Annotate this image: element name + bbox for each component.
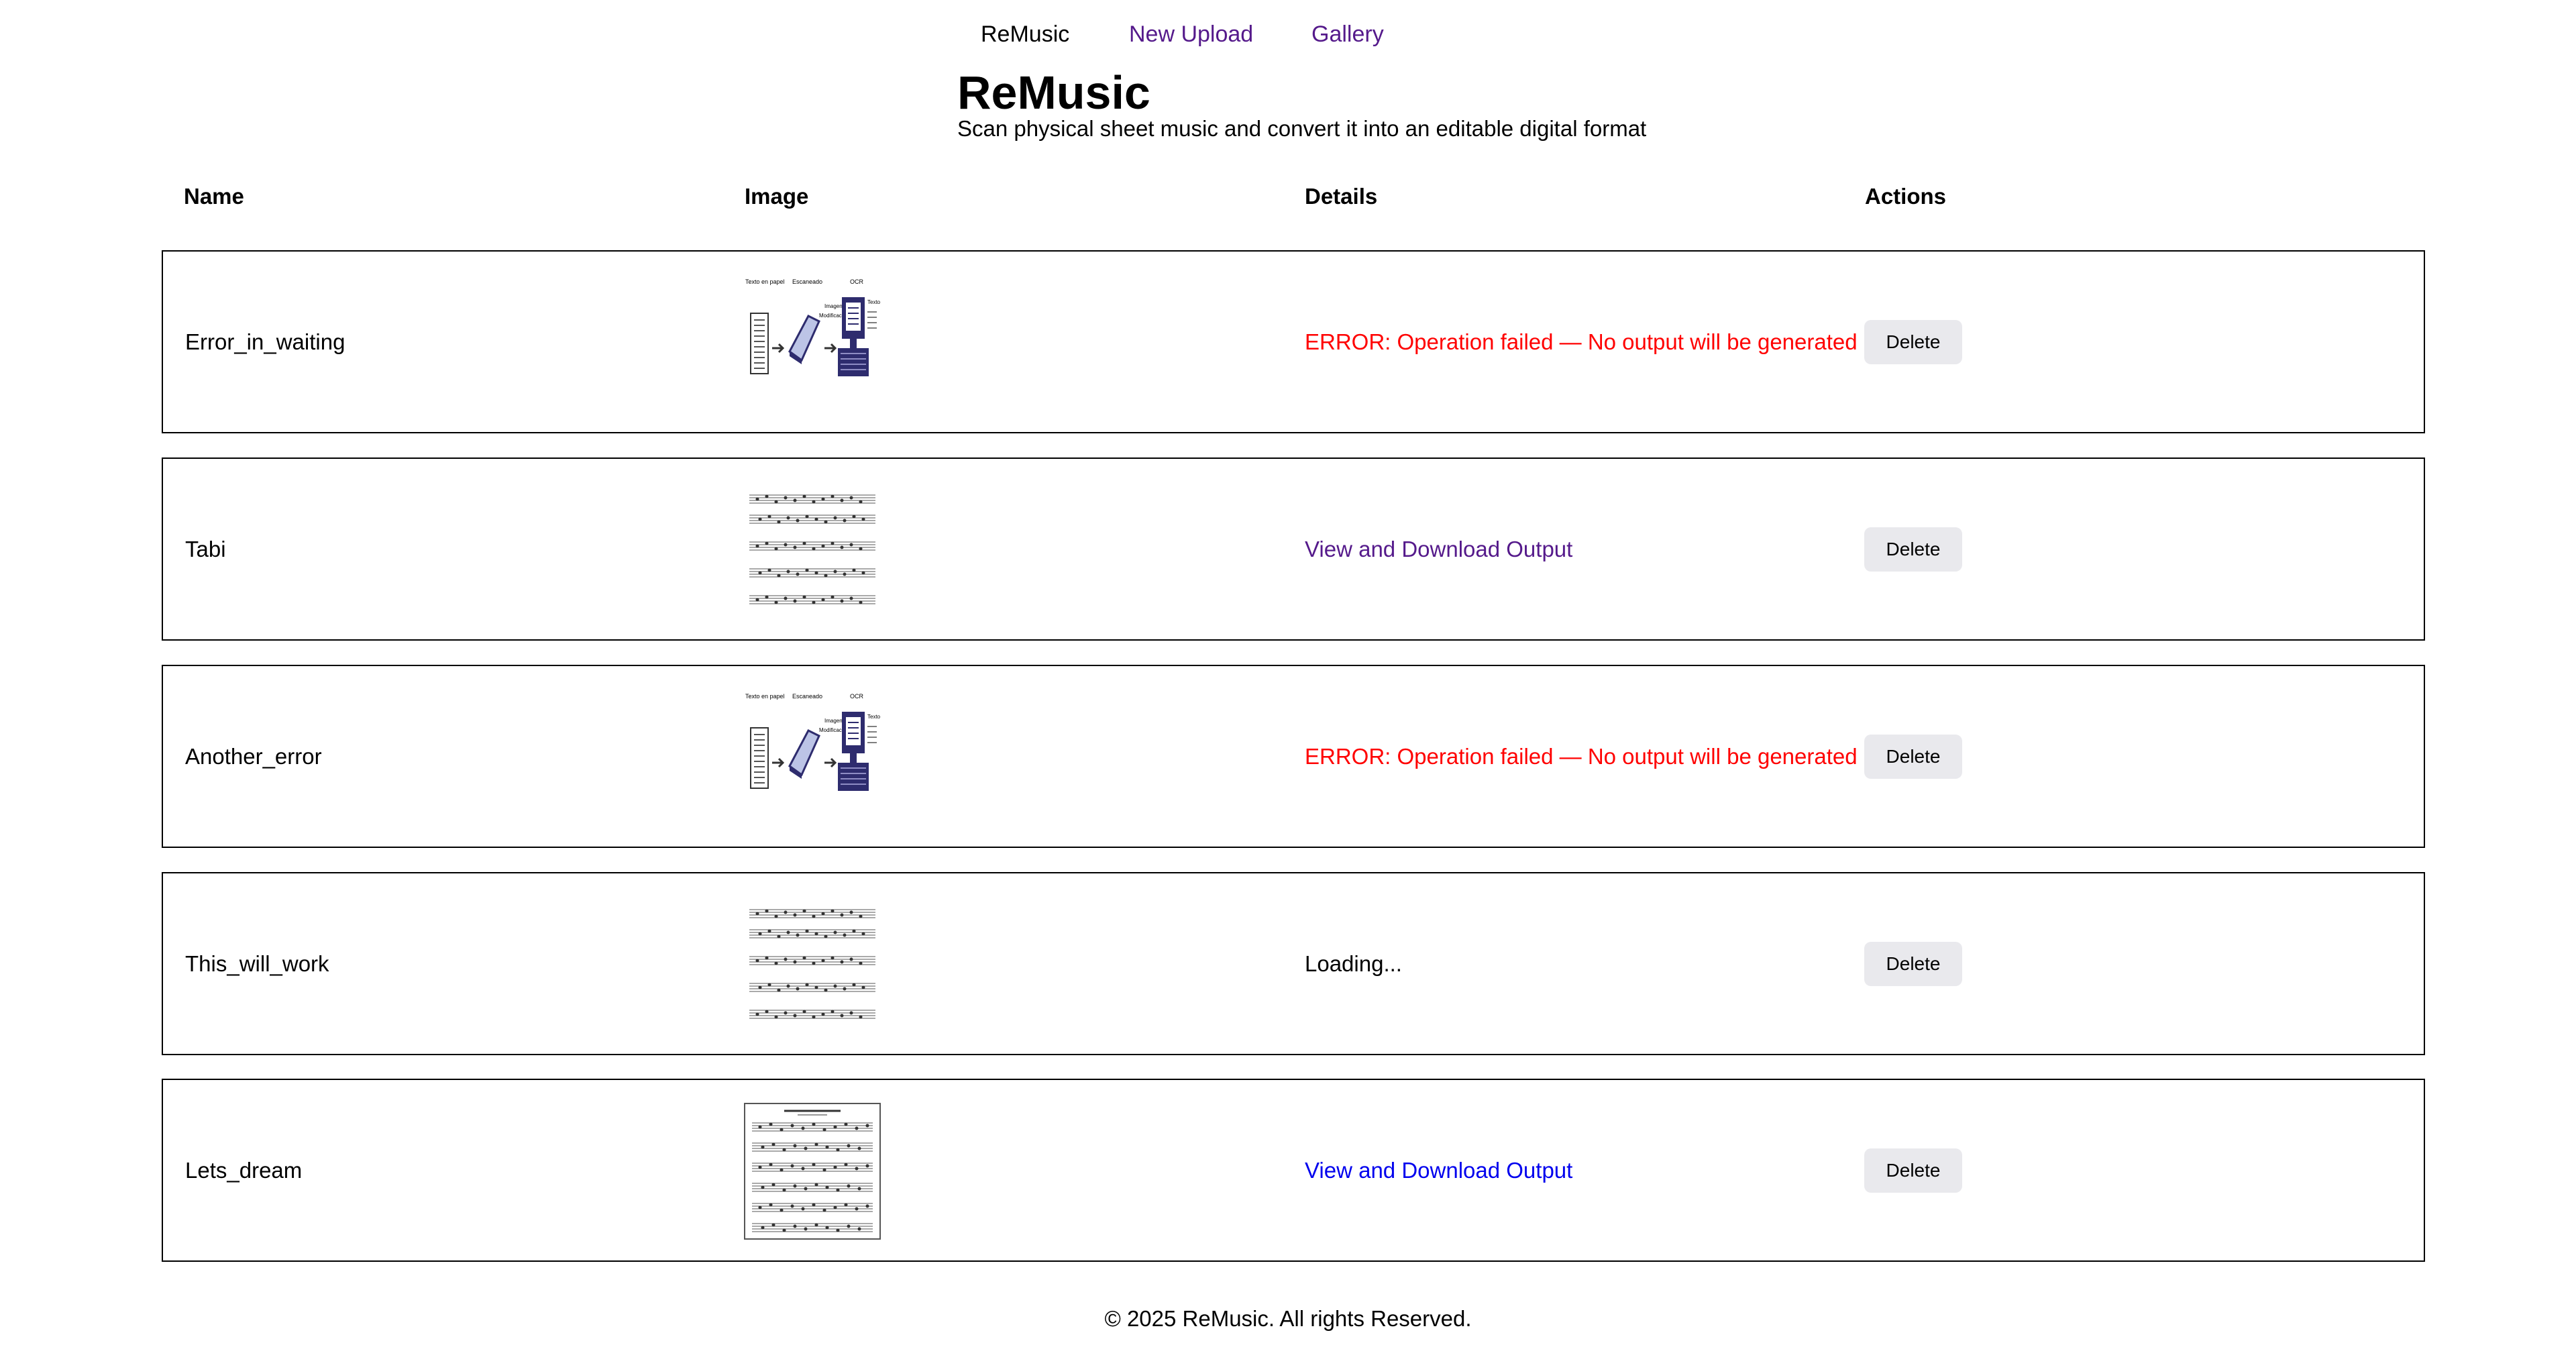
- table-row: This_will_work Loading... Delete: [162, 872, 2425, 1055]
- column-header-actions: Actions: [1865, 184, 1947, 209]
- table-row: Lets_dream View and Download Output Dele…: [162, 1079, 2425, 1262]
- row-name: Lets_dream: [185, 1157, 303, 1183]
- ocr-diagram-thumbnail: Texto en papel Escaneado OCR Imagen Modi…: [744, 274, 881, 411]
- page-title: ReMusic: [957, 66, 1150, 119]
- row-name: Another_error: [185, 743, 322, 769]
- delete-button[interactable]: Delete: [1864, 1148, 1962, 1193]
- row-name: Tabi: [185, 536, 226, 561]
- page: ReMusic New Upload Gallery ReMusic Scan …: [0, 0, 2576, 1347]
- svg-text:Texto: Texto: [867, 299, 881, 305]
- svg-text:Escaneado: Escaneado: [792, 278, 822, 285]
- sheet-music-thumbnail: [744, 896, 881, 1033]
- svg-text:Imagen: Imagen: [824, 718, 843, 724]
- svg-text:OCR: OCR: [850, 693, 864, 700]
- delete-button[interactable]: Delete: [1864, 735, 1962, 779]
- view-download-output-link[interactable]: View and Download Output: [1305, 1080, 1572, 1260]
- table-row: Error_in_waiting Texto en papel Escanead…: [162, 250, 2425, 433]
- delete-button[interactable]: Delete: [1864, 527, 1962, 572]
- delete-button[interactable]: Delete: [1864, 320, 1962, 364]
- row-loading-status: Loading...: [1305, 951, 1402, 976]
- row-name: This_will_work: [185, 951, 329, 976]
- view-download-output-link[interactable]: View and Download Output: [1305, 459, 1572, 639]
- svg-text:Imagen: Imagen: [824, 303, 843, 309]
- svg-text:Texto en papel: Texto en papel: [745, 693, 785, 700]
- sheet-music-framed-thumbnail: [744, 1103, 881, 1240]
- footer-copyright: © 2025 ReMusic. All rights Reserved.: [1104, 1306, 1472, 1331]
- table-row: Tabi View and Download Output Delete: [162, 457, 2425, 641]
- nav-brand[interactable]: ReMusic: [981, 19, 1069, 49]
- column-header-image: Image: [745, 184, 809, 209]
- column-header-details: Details: [1305, 184, 1378, 209]
- row-error-message: ERROR: Operation failed — No output will…: [1305, 743, 1858, 769]
- row-name: Error_in_waiting: [185, 329, 345, 354]
- sheet-music-thumbnail: [744, 482, 881, 618]
- svg-text:Texto: Texto: [867, 714, 881, 720]
- page-subtitle: Scan physical sheet music and convert it…: [957, 116, 1647, 141]
- table-row: Another_error Texto en papel Escaneado O…: [162, 665, 2425, 848]
- nav-new-upload-link[interactable]: New Upload: [1129, 19, 1253, 49]
- top-nav: ReMusic New Upload Gallery: [0, 19, 2576, 49]
- column-header-name: Name: [184, 184, 244, 209]
- svg-text:Escaneado: Escaneado: [792, 693, 822, 700]
- nav-gallery-link[interactable]: Gallery: [1311, 19, 1384, 49]
- delete-button[interactable]: Delete: [1864, 942, 1962, 986]
- ocr-diagram-thumbnail: Texto en papel Escaneado OCR Imagen Modi…: [744, 689, 881, 826]
- svg-text:Texto en papel: Texto en papel: [745, 278, 785, 285]
- row-error-message: ERROR: Operation failed — No output will…: [1305, 329, 1858, 354]
- svg-text:OCR: OCR: [850, 278, 864, 285]
